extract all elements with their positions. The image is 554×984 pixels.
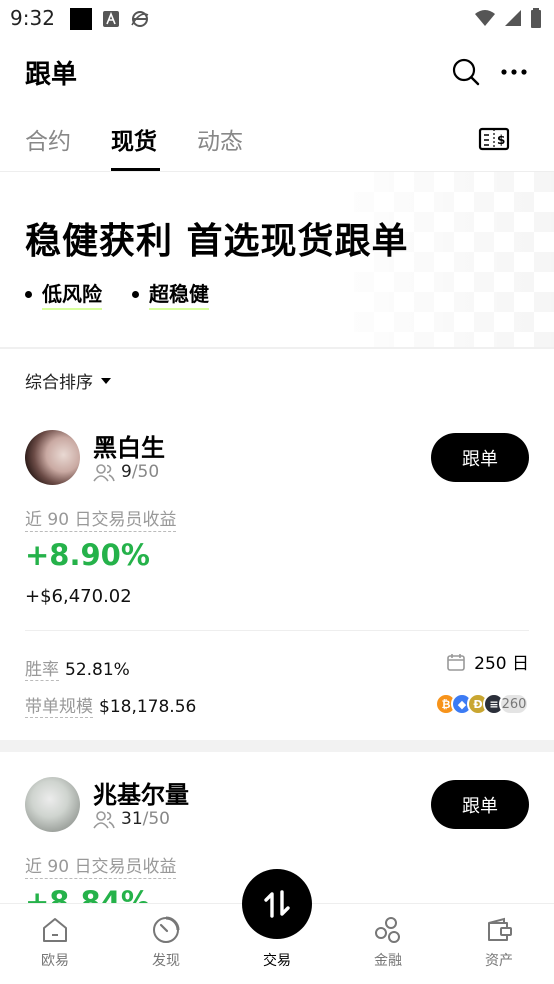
battery-icon xyxy=(531,8,541,28)
card-divider xyxy=(25,630,529,631)
tab-feed[interactable]: 动态 xyxy=(197,122,243,156)
sort-dropdown[interactable]: 综合排序 xyxy=(25,368,111,393)
trader-name: 黑白生 xyxy=(93,434,165,462)
follower-count: 31/50 xyxy=(93,809,170,829)
section-divider xyxy=(0,347,554,349)
guide-book-icon[interactable]: $ xyxy=(478,126,510,152)
app-notification-icon xyxy=(70,8,92,30)
follower-count: 9/50 xyxy=(93,462,159,482)
wallet-icon xyxy=(488,917,512,941)
notification-icons xyxy=(70,8,150,30)
status-time: 9:32 xyxy=(10,6,55,30)
trader-name: 兆基尔量 xyxy=(93,781,189,809)
nav-trade[interactable]: 交易 xyxy=(237,948,317,970)
wifi-icon xyxy=(475,10,495,26)
banner-tag: 超稳健 xyxy=(132,278,209,310)
tab-spot[interactable]: 现货 xyxy=(111,122,157,156)
card-separator xyxy=(0,740,554,752)
system-icons xyxy=(474,8,542,28)
discover-icon xyxy=(153,916,180,943)
finance-icon xyxy=(375,917,400,943)
avatar xyxy=(25,777,80,832)
caret-down-icon xyxy=(101,377,111,384)
users-icon xyxy=(93,811,115,829)
trade-button[interactable] xyxy=(242,869,312,939)
follow-button[interactable]: 跟单 xyxy=(431,780,529,829)
banner-tag: 低风险 xyxy=(25,278,102,310)
font-app-icon xyxy=(103,11,119,27)
sort-label: 综合排序 xyxy=(25,373,93,393)
pnl-amount: +$6,470.02 xyxy=(25,586,132,607)
coin-count: 260 xyxy=(499,693,529,715)
tab-futures[interactable]: 合约 xyxy=(25,122,71,156)
tab-bar: 合约 现货 动态 $ xyxy=(0,112,554,172)
aum: 带单规模 $18,178.56 xyxy=(25,697,197,718)
pnl-label: 近 90 日交易员收益 xyxy=(25,857,177,879)
traded-coins[interactable]: ₿ ◆ Ð ≡ 260 xyxy=(435,693,529,715)
win-rate: 胜率 52.81% xyxy=(25,660,130,681)
pnl-percent: +8.90% xyxy=(25,538,150,572)
status-bar: 9:32 xyxy=(0,0,554,38)
nav-assets[interactable]: 资产 xyxy=(459,916,539,970)
svg-text:$: $ xyxy=(497,133,505,147)
search-icon[interactable] xyxy=(452,58,480,86)
more-icon[interactable] xyxy=(500,58,528,86)
pnl-label: 近 90 日交易员收益 xyxy=(25,510,177,532)
trade-icon xyxy=(264,890,290,918)
banner-tags: 低风险 超稳健 xyxy=(25,278,209,310)
calendar-icon xyxy=(447,653,465,671)
follow-button[interactable]: 跟单 xyxy=(431,433,529,482)
trading-days: 250 日 xyxy=(446,649,529,674)
nav-home[interactable]: 欧易 xyxy=(15,916,95,970)
page-title: 跟单 xyxy=(25,60,78,90)
browser-icon xyxy=(131,11,149,27)
banner-title: 稳健获利 首选现货跟单 xyxy=(25,221,409,262)
active-tab-indicator xyxy=(111,168,160,171)
nav-finance[interactable]: 金融 xyxy=(348,916,428,970)
signal-icon xyxy=(505,10,521,26)
users-icon xyxy=(93,464,115,482)
nav-discover[interactable]: 发现 xyxy=(126,916,206,970)
promo-banner: 稳健获利 首选现货跟单 低风险 超稳健 xyxy=(0,172,554,348)
avatar xyxy=(25,430,80,485)
app-header: 跟单 xyxy=(0,44,554,100)
home-icon xyxy=(43,918,67,942)
